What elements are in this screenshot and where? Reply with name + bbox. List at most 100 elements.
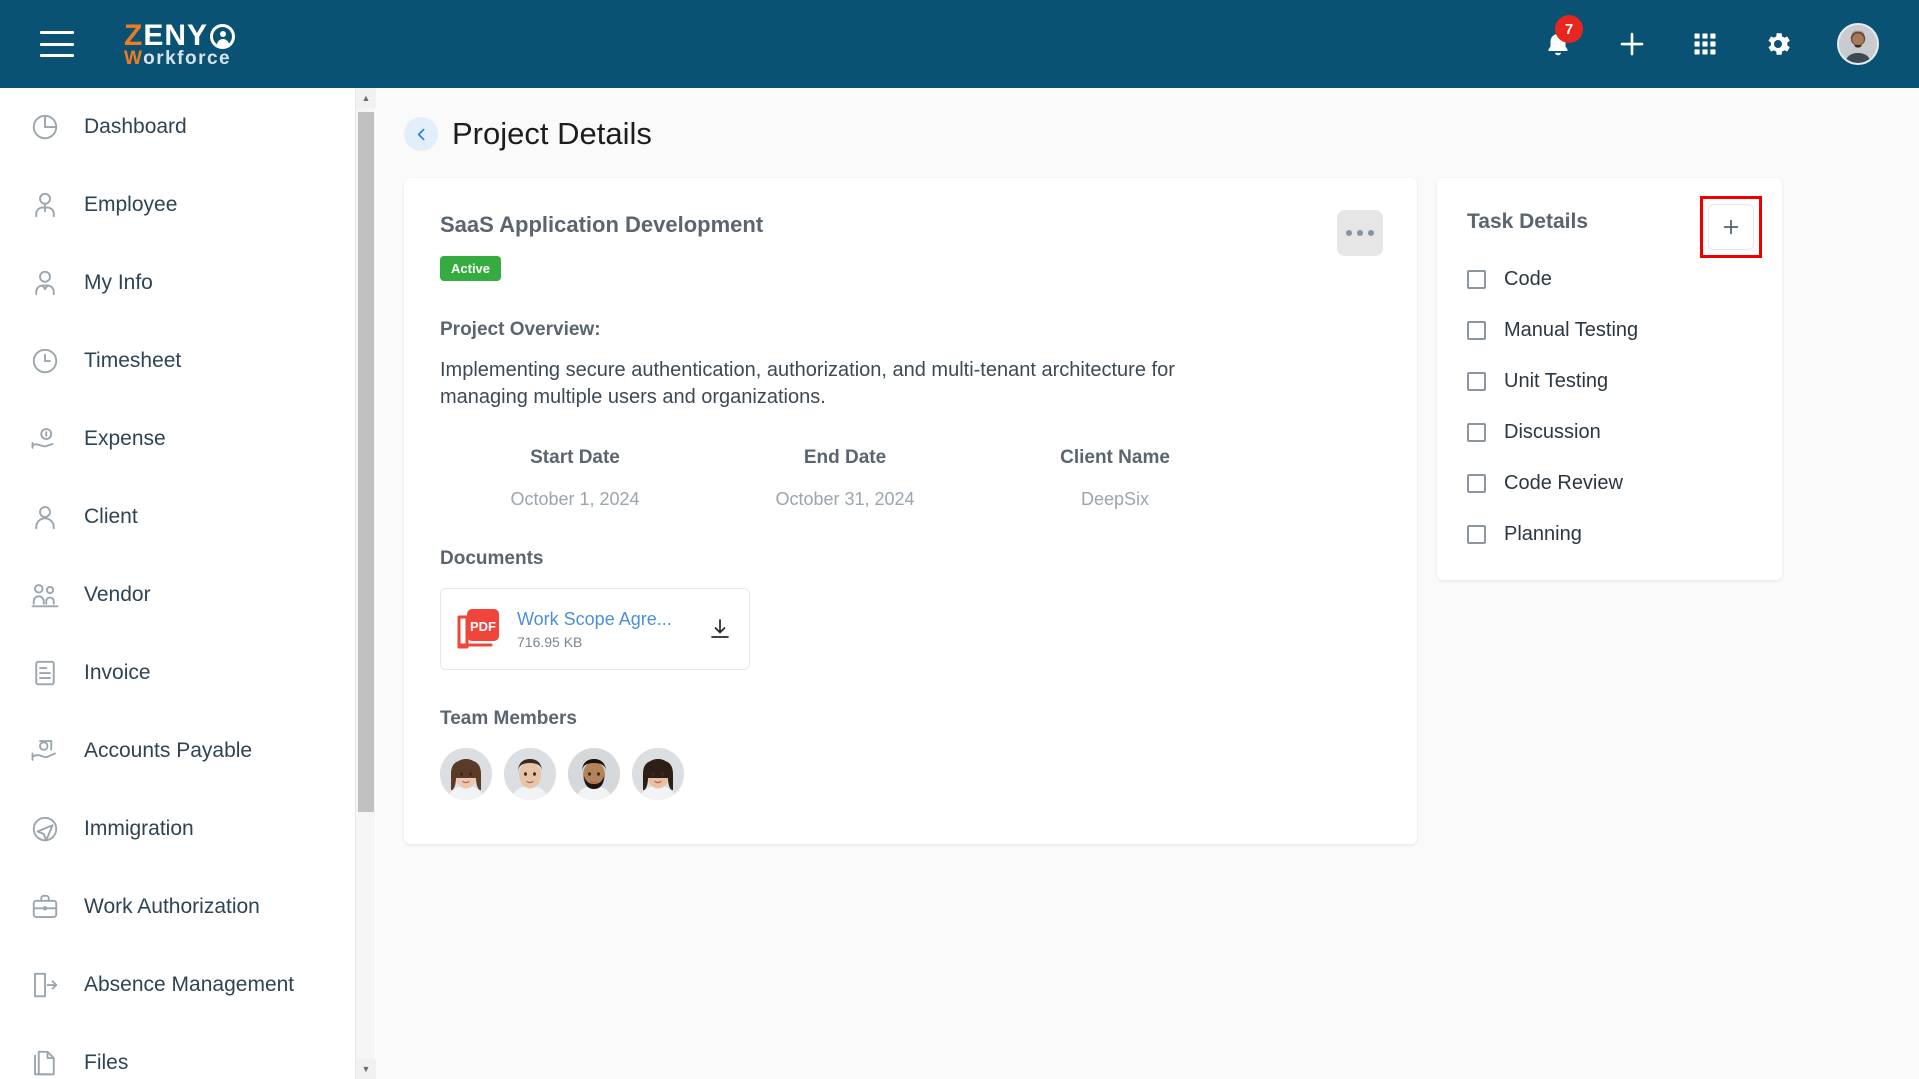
add-new-button[interactable] (1617, 29, 1647, 59)
sidebar-item-label: Vendor (84, 583, 151, 606)
avatar-image (504, 748, 556, 800)
project-overview-label: Project Overview: (440, 319, 601, 340)
project-meta-row: Start Date October 1, 2024 End Date Octob… (440, 447, 1381, 510)
hamburger-menu-icon[interactable] (40, 31, 74, 57)
sidebar-item-dashboard[interactable]: Dashboard (0, 88, 355, 166)
sidebar-item-expense[interactable]: Expense (0, 400, 355, 478)
pdf-file-icon: PDF (457, 609, 499, 649)
sidebar-item-label: Expense (84, 427, 166, 450)
meta-column: Start Date October 1, 2024 (440, 447, 710, 510)
content-columns: SaaS Application Development Active Proj… (376, 178, 1919, 844)
svg-text:PDF: PDF (470, 619, 496, 634)
task-item[interactable]: Unit Testing (1467, 370, 1752, 393)
sidebar-item-absence-management[interactable]: Absence Management (0, 946, 355, 1024)
task-label: Code Review (1504, 472, 1623, 494)
team-members-label: Team Members (440, 708, 577, 729)
add-task-button[interactable] (1708, 204, 1754, 250)
task-checkbox[interactable] (1467, 270, 1486, 289)
download-button[interactable] (705, 614, 735, 644)
more-options-icon (1346, 230, 1352, 236)
sidebar-item-label: Employee (84, 193, 178, 216)
document-info: Work Scope Agre... 716.95 KB (517, 609, 705, 650)
task-item[interactable]: Planning (1467, 523, 1752, 546)
sidebar-item-invoice[interactable]: Invoice (0, 634, 355, 712)
app-logo[interactable]: Z ENY Workforce (124, 20, 236, 69)
sidebar-item-employee[interactable]: Employee (0, 166, 355, 244)
task-checkbox-list: Code Manual Testing Unit Testing Discuss… (1467, 268, 1752, 546)
task-item[interactable]: Code (1467, 268, 1752, 291)
meta-label: End Date (803, 447, 887, 468)
sidebar-item-label: Absence Management (84, 973, 295, 996)
notifications-button[interactable]: 7 (1543, 15, 1583, 59)
gear-icon (1768, 33, 1790, 55)
sidebar-item-vendor[interactable]: Vendor (0, 556, 355, 634)
sidebar-item-files[interactable]: Files (0, 1024, 355, 1079)
scrollbar-thumb[interactable] (358, 112, 374, 812)
sidebar-nav: Dashboard Employee My Info Timesheet Exp… (0, 88, 355, 1079)
header-actions: 7 (1543, 15, 1879, 65)
task-label: Manual Testing (1504, 319, 1639, 341)
task-label: Planning (1504, 523, 1582, 545)
logo-letter-w: W (124, 47, 144, 69)
document-item[interactable]: PDF Work Scope Agre... 716.95 KB (440, 588, 750, 670)
exit-door-icon (28, 968, 62, 1002)
sidebar-item-timesheet[interactable]: Timesheet (0, 322, 355, 400)
meta-column: End Date October 31, 2024 (710, 447, 980, 510)
logo-text-workforce: orkforce (143, 47, 232, 69)
sidebar-scrollbar[interactable]: ▲ ▼ (355, 88, 376, 1079)
task-label: Discussion (1504, 421, 1601, 443)
sidebar-item-label: Client (84, 505, 138, 528)
download-icon (711, 619, 729, 638)
task-checkbox[interactable] (1467, 321, 1486, 340)
sidebar-item-label: Files (84, 1051, 129, 1074)
sidebar-item-work-authorization[interactable]: Work Authorization (0, 868, 355, 946)
invoice-icon (28, 656, 62, 690)
project-details-card: SaaS Application Development Active Proj… (404, 178, 1417, 844)
avatar-image (1839, 25, 1877, 63)
task-checkbox[interactable] (1467, 525, 1486, 544)
team-member-avatar[interactable] (568, 748, 620, 800)
task-item[interactable]: Discussion (1467, 421, 1752, 444)
team-member-avatar[interactable] (440, 748, 492, 800)
task-checkbox[interactable] (1467, 474, 1486, 493)
sidebar-item-label: Work Authorization (84, 895, 260, 918)
team-member-avatar[interactable] (632, 748, 684, 800)
sidebar-item-client[interactable]: Client (0, 478, 355, 556)
scroll-down-arrow[interactable]: ▼ (356, 1059, 376, 1079)
sidebar-item-label: Invoice (84, 661, 151, 684)
task-checkbox[interactable] (1467, 372, 1486, 391)
user-avatar[interactable] (1837, 23, 1879, 65)
sidebar-item-label: Dashboard (84, 115, 187, 138)
back-button[interactable] (404, 117, 438, 151)
project-options-button[interactable] (1337, 210, 1383, 256)
main-content-area: Project Details SaaS Application Develop… (376, 88, 1919, 1079)
settings-button[interactable] (1763, 29, 1793, 59)
task-item[interactable]: Code Review (1467, 472, 1752, 495)
task-checkbox[interactable] (1467, 423, 1486, 442)
project-status-badge: Active (440, 256, 502, 281)
sidebar-item-accounts-payable[interactable]: Accounts Payable (0, 712, 355, 790)
task-item[interactable]: Manual Testing (1467, 319, 1752, 342)
sidebar-item-immigration[interactable]: Immigration (0, 790, 355, 868)
document-size: 716.95 KB (517, 633, 583, 650)
plus-icon (1723, 219, 1739, 235)
apps-grid-button[interactable] (1691, 30, 1719, 58)
scroll-up-arrow[interactable]: ▲ (356, 88, 376, 108)
team-members-list (440, 748, 1381, 800)
team-member-avatar[interactable] (504, 748, 556, 800)
sidebar-item-my-info[interactable]: My Info (0, 244, 355, 322)
chevron-left-icon (417, 128, 424, 140)
document-name[interactable]: Work Scope Agre... (517, 609, 705, 630)
money-hand-icon (28, 422, 62, 456)
page-header: Project Details (404, 116, 1919, 152)
sidebar-item-label: Immigration (84, 817, 194, 840)
task-label: Unit Testing (1504, 370, 1609, 392)
meta-label: Start Date (530, 447, 620, 468)
task-details-card: Task Details Code Manual Testing Unit Te… (1437, 178, 1782, 580)
more-options-icon (1357, 230, 1363, 236)
person-badge-icon (28, 266, 62, 300)
page-title: Project Details (452, 116, 652, 151)
notification-count-badge: 7 (1555, 15, 1583, 43)
pie-chart-icon (28, 110, 62, 144)
grid-apps-icon (1694, 33, 1716, 55)
